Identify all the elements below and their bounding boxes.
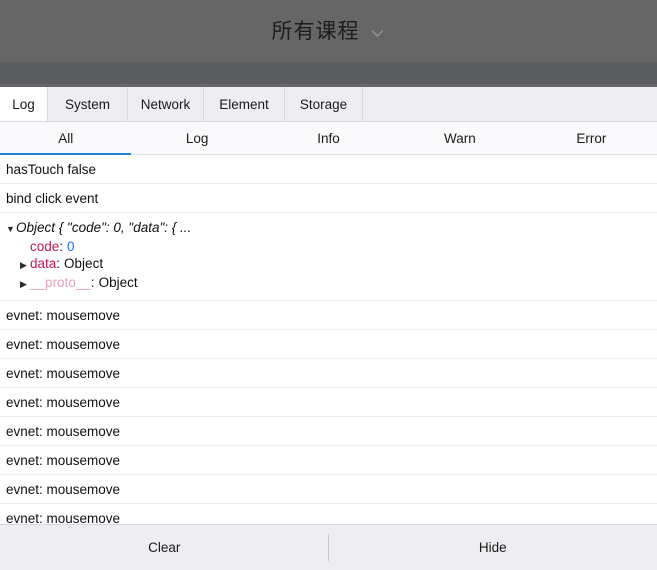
log-row-text: evnet: mousemove [6, 452, 121, 468]
log-row[interactable]: evnet: mousemove [0, 388, 657, 417]
hide-button[interactable]: Hide [329, 525, 657, 570]
hide-button-label: Hide [478, 540, 507, 555]
log-row-text: hasTouch false [6, 161, 97, 177]
log-row[interactable]: evnet: mousemove [0, 330, 657, 359]
filter-tab-info-label: Info [317, 130, 340, 146]
log-row[interactable]: evnet: mousemove [0, 446, 657, 475]
object-property-key: __proto__ [30, 275, 91, 290]
object-property-key: data [30, 256, 57, 271]
tab-network[interactable]: Network [128, 87, 204, 121]
object-property-row[interactable]: ▶ data: Object [6, 255, 657, 274]
console-bottom-bar: Clear Hide [0, 524, 657, 570]
tab-network-label: Network [140, 96, 191, 112]
tab-log[interactable]: Log [0, 87, 48, 121]
triangle-down-icon[interactable]: ▼ [6, 221, 16, 238]
log-row-text: evnet: mousemove [6, 394, 121, 410]
tab-storage-label: Storage [299, 96, 348, 112]
page-header: 所有课程 [0, 0, 657, 62]
tab-element[interactable]: Element [204, 87, 285, 121]
log-filter-tabbar: All Log Info Warn Error [0, 122, 657, 155]
filter-tab-all[interactable]: All [0, 122, 132, 155]
clear-button-label: Clear [148, 540, 181, 555]
object-property-value: 0 [67, 239, 75, 254]
devtools-tabbar: Log System Network Element Storage [0, 87, 657, 122]
log-row[interactable]: evnet: mousemove [0, 504, 657, 525]
tabbar-filler [363, 87, 657, 121]
object-property-key: code [30, 239, 60, 254]
object-property-value: Object [98, 275, 138, 290]
triangle-right-icon[interactable]: ▶ [20, 257, 30, 274]
filter-tab-error[interactable]: Error [526, 122, 657, 154]
log-row-text: evnet: mousemove [6, 481, 121, 497]
filter-tab-all-label: All [58, 130, 74, 146]
filter-tab-warn[interactable]: Warn [394, 122, 525, 154]
object-property-value: Object [64, 256, 104, 271]
log-row[interactable]: evnet: mousemove [0, 301, 657, 330]
bottom-bar-divider [328, 534, 329, 561]
object-summary-text: Object { "code": 0, "data": { ... [16, 220, 192, 235]
log-row-text: evnet: mousemove [6, 307, 121, 323]
filter-tab-log-label: Log [185, 130, 209, 146]
chevron-down-icon[interactable] [369, 25, 386, 42]
log-row-object[interactable]: ▼ Object { "code": 0, "data": { ... code… [0, 213, 657, 301]
tab-system-label: System [64, 96, 110, 112]
tab-system[interactable]: System [48, 87, 128, 121]
triangle-right-icon[interactable]: ▶ [20, 276, 30, 293]
page-subheader-bar [0, 62, 657, 84]
log-row[interactable]: evnet: mousemove [0, 359, 657, 388]
tab-element-label: Element [219, 96, 269, 112]
object-summary-row[interactable]: ▼ Object { "code": 0, "data": { ... [6, 219, 657, 238]
log-row[interactable]: hasTouch false [0, 155, 657, 184]
page-title: 所有课程 [271, 19, 360, 43]
filter-tab-log[interactable]: Log [131, 122, 262, 154]
filter-tab-warn-label: Warn [444, 130, 476, 146]
filter-tab-error-label: Error [576, 130, 607, 146]
object-property-row[interactable]: ▶ __proto__: Object [6, 274, 657, 293]
log-row-text: evnet: mousemove [6, 365, 121, 381]
tab-storage[interactable]: Storage [285, 87, 363, 121]
log-row[interactable]: evnet: mousemove [0, 475, 657, 504]
clear-button[interactable]: Clear [0, 525, 329, 570]
log-row-text: evnet: mousemove [6, 336, 121, 352]
log-row[interactable]: bind click event [0, 184, 657, 213]
log-row-text: bind click event [6, 190, 99, 206]
tab-log-label: Log [12, 96, 35, 112]
devtools-panel: Log System Network Element Storage All L… [0, 87, 657, 570]
console-log-list[interactable]: hasTouch false bind click event ▼ Object… [0, 155, 657, 524]
app-root: 所有课程 Log System Network Element Storage … [0, 0, 657, 570]
log-row-text: evnet: mousemove [6, 510, 121, 525]
object-property-row: code:0 [6, 238, 657, 255]
filter-tab-info[interactable]: Info [263, 122, 394, 154]
log-row-text: evnet: mousemove [6, 423, 121, 439]
log-row[interactable]: evnet: mousemove [0, 417, 657, 446]
course-selector[interactable]: 所有课程 [272, 21, 386, 42]
